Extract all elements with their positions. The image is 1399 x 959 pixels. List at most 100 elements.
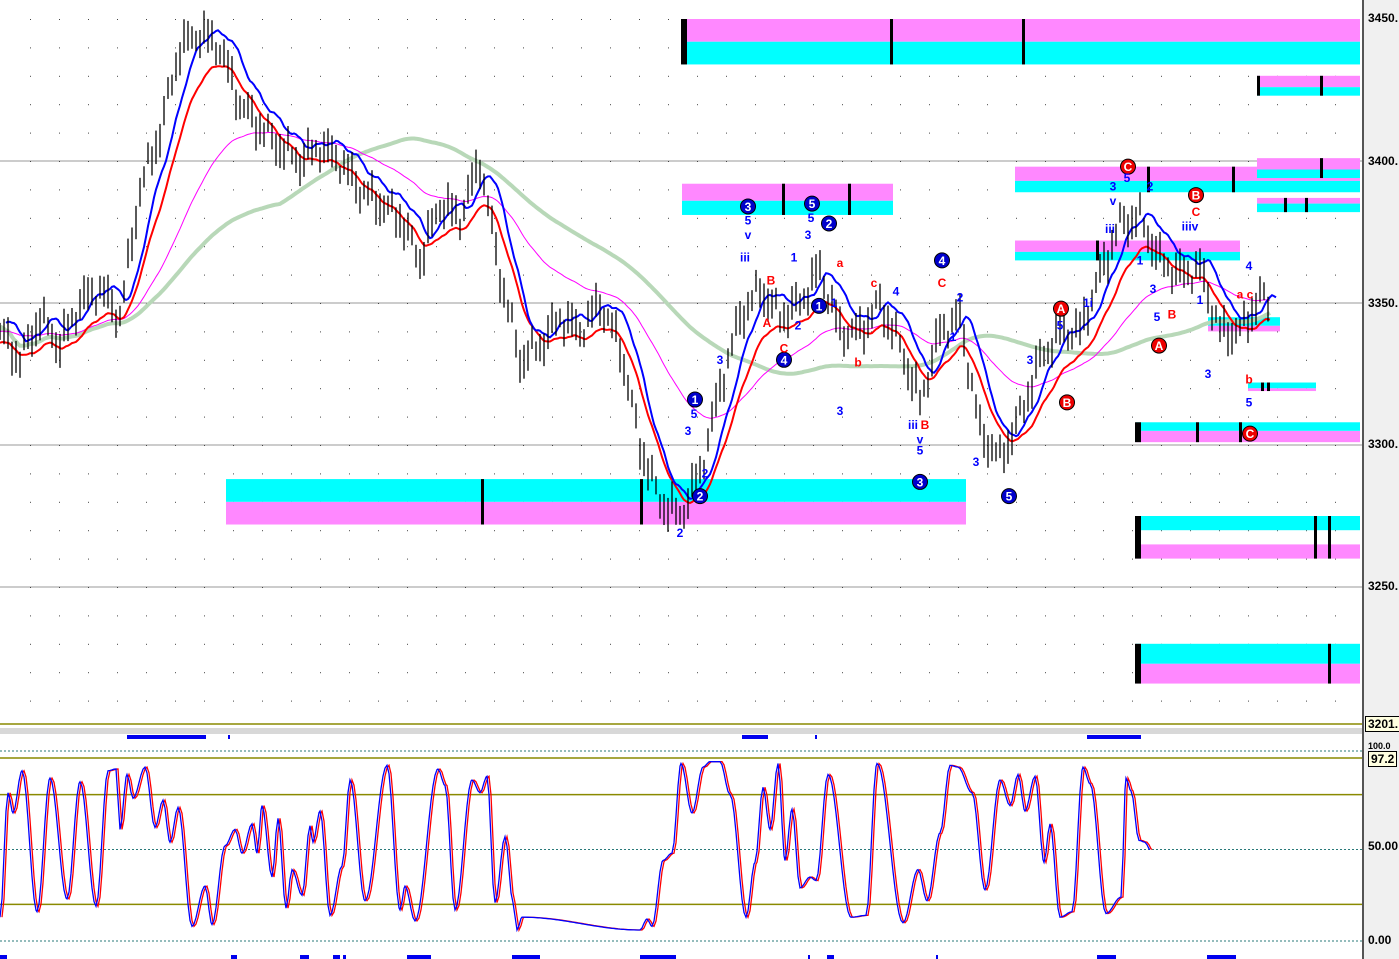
grid-dot	[378, 303, 379, 304]
grid-dot	[987, 473, 988, 475]
grid-dot	[59, 274, 60, 276]
grid-dot	[1016, 75, 1017, 77]
grid-dot	[1335, 700, 1336, 702]
grid-dot	[233, 643, 234, 645]
grid-dot	[958, 473, 959, 475]
grid-dot	[233, 246, 234, 248]
grid-dot	[88, 132, 89, 134]
grid-dot	[581, 558, 582, 560]
grid-dot	[117, 331, 118, 333]
grid-dot	[842, 132, 843, 134]
grid-dot	[929, 161, 930, 162]
grid-dot	[842, 104, 843, 106]
grid-dot	[233, 530, 234, 532]
grid-dot	[204, 303, 205, 304]
zone-cyan	[682, 200, 893, 215]
grid-dot	[88, 217, 89, 219]
grid-dot	[1045, 587, 1046, 588]
grid-dot	[1161, 615, 1162, 617]
grid-dot	[175, 217, 176, 219]
wave-label: B	[1168, 307, 1177, 321]
grid-dot	[1074, 473, 1075, 475]
grid-dot	[146, 530, 147, 532]
grid-dot	[1016, 132, 1017, 134]
grid-dot	[900, 416, 901, 418]
grid-dot	[1306, 587, 1307, 588]
grid-dot	[1074, 104, 1075, 106]
grid-dot	[1335, 217, 1336, 219]
grid-dot	[726, 75, 727, 77]
grid-dot	[1219, 388, 1220, 390]
wave-label-circled: C	[1246, 427, 1255, 441]
wave-label: 5	[691, 407, 698, 421]
grid-dot	[1161, 331, 1162, 333]
grid-dot	[697, 246, 698, 248]
grid-dot	[1045, 501, 1046, 503]
zone-pink	[1136, 663, 1360, 684]
grid-dot	[639, 558, 640, 560]
grid-dot	[900, 217, 901, 219]
grid-dot	[59, 19, 60, 20]
grid-dot	[117, 615, 118, 617]
y-tick-label: 3300.	[1368, 437, 1399, 451]
wave-label: A	[763, 316, 772, 330]
grid-dot	[204, 47, 205, 49]
grid-dot	[407, 189, 408, 191]
grid-dot	[668, 388, 669, 390]
grid-dot	[117, 217, 118, 219]
grid-dot	[291, 388, 292, 390]
grid-dot	[1219, 274, 1220, 276]
grid-dot	[900, 75, 901, 77]
grid-dot	[1132, 359, 1133, 361]
price-axis[interactable]	[1362, 0, 1399, 959]
grid-dot	[1016, 700, 1017, 702]
grid-dot	[1306, 700, 1307, 702]
grid-dot	[1219, 473, 1220, 475]
grid-dot	[1248, 416, 1249, 418]
grid-dot	[581, 672, 582, 674]
grid-dot	[204, 530, 205, 532]
grid-dot	[175, 246, 176, 248]
grid-dot	[900, 587, 901, 588]
grid-dot	[958, 643, 959, 645]
grid-dot	[436, 473, 437, 475]
grid-dot	[639, 19, 640, 20]
grid-dot	[465, 587, 466, 588]
grid-dot	[378, 189, 379, 191]
grid-dot	[1335, 274, 1336, 276]
grid-dot	[204, 331, 205, 333]
grid-dot	[610, 331, 611, 333]
wave-label-circled: 3	[917, 475, 924, 489]
grid-dot	[1335, 388, 1336, 390]
grid-dot	[1306, 246, 1307, 248]
grid-dot	[465, 643, 466, 645]
grid-dot	[1016, 331, 1017, 333]
grid-dot	[88, 161, 89, 162]
grid-dot	[30, 501, 31, 503]
zone-mark	[1196, 422, 1199, 443]
grid-dot	[117, 303, 118, 304]
zone-cyan	[1257, 169, 1360, 179]
wave-label-circled: 4	[939, 254, 946, 268]
grid-dot	[378, 587, 379, 588]
grid-dot	[1103, 530, 1104, 532]
grid-dot	[610, 445, 611, 446]
grid-dot	[755, 445, 756, 446]
grid-dot	[320, 274, 321, 276]
grid-dot	[88, 104, 89, 106]
grid-dot	[1103, 359, 1104, 361]
grid-dot	[755, 359, 756, 361]
grid-dot	[407, 416, 408, 418]
grid-dot	[1248, 132, 1249, 134]
grid-dot	[262, 303, 263, 304]
grid-dot	[146, 19, 147, 20]
grid-dot	[1016, 161, 1017, 162]
grid-dot	[552, 615, 553, 617]
grid-dot	[1103, 473, 1104, 475]
grid-dot	[349, 274, 350, 276]
grid-dot	[871, 359, 872, 361]
grid-dot	[436, 672, 437, 674]
grid-dot	[436, 75, 437, 77]
grid-dot	[378, 104, 379, 106]
grid-dot	[958, 189, 959, 191]
